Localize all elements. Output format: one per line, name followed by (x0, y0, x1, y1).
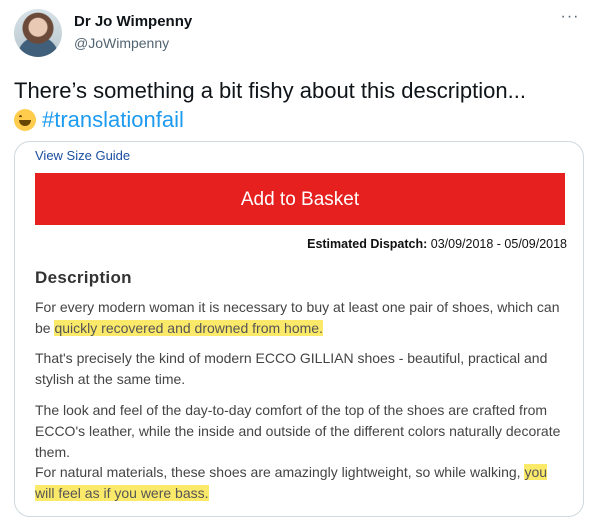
tweet-body: There’s something a bit fishy about this… (14, 78, 526, 103)
description-paragraph-2: That's precisely the kind of modern ECCO… (35, 350, 548, 387)
description-paragraph-4: For natural materials, these shoes are a… (35, 462, 565, 504)
view-size-guide-link[interactable]: View Size Guide (35, 148, 130, 163)
dispatch-dates: 03/09/2018 - 05/09/2018 (430, 237, 567, 251)
add-to-basket-button[interactable]: Add to Basket (35, 173, 565, 225)
description-paragraph-3: The look and feel of the day-to-day comf… (35, 402, 561, 460)
description-paragraph-1: For every modern woman it is necessary t… (35, 297, 565, 339)
paragraph-4-text: For natural materials, these shoes are a… (35, 464, 525, 480)
avatar[interactable] (14, 9, 62, 57)
more-options-icon[interactable]: ··· (558, 9, 582, 28)
grinning-sweat-emoji-icon (14, 109, 36, 131)
description-heading: Description (35, 268, 132, 287)
hashtag-link[interactable]: #translationfail (42, 107, 184, 132)
tweet-text: There’s something a bit fishy about this… (14, 76, 584, 134)
author-handle[interactable]: @JoWimpenny (74, 35, 169, 51)
highlight-1: quickly recovered and drowned from home. (54, 320, 323, 336)
author-name[interactable]: Dr Jo Wimpenny (74, 13, 192, 30)
attached-image-card[interactable]: View Size Guide Add to Basket Estimated … (14, 141, 584, 517)
dispatch-label: Estimated Dispatch: (307, 237, 428, 251)
estimated-dispatch: Estimated Dispatch: 03/09/2018 - 05/09/2… (307, 237, 567, 251)
